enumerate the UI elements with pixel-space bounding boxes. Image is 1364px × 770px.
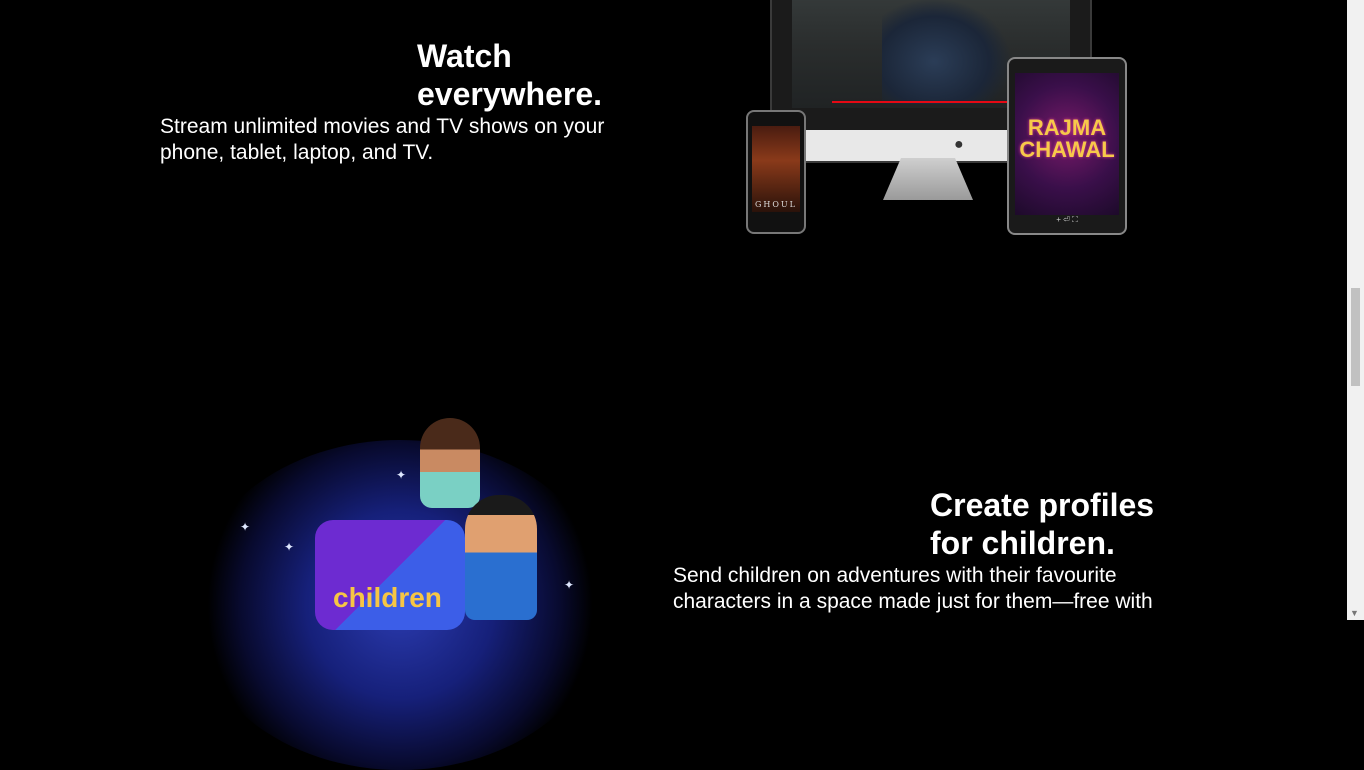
boy-character — [465, 495, 537, 620]
title-line-1: Watch — [417, 38, 512, 74]
scrollbar-thumb[interactable] — [1351, 288, 1360, 386]
watch-everywhere-description: Stream unlimited movies and TV shows on … — [160, 114, 604, 166]
girl-character — [420, 418, 480, 508]
tablet-poster-title: RAJMA CHAWAL — [1015, 117, 1119, 161]
tablet-title-line-2: CHAWAL — [1019, 137, 1115, 162]
star-icon: ✦ — [396, 468, 407, 482]
title-line-1: Create profiles — [930, 487, 1155, 523]
children-image: ✦ ✦ ✦ ✦ children — [180, 400, 620, 770]
tablet-screen: RAJMA CHAWAL + ⏎ ⛶ — [1015, 73, 1119, 224]
description-line-1: Stream unlimited movies and TV shows on … — [160, 115, 605, 138]
children-box-label: children — [333, 582, 442, 613]
vertical-scrollbar[interactable]: ▼ — [1347, 0, 1364, 620]
star-icon: ✦ — [564, 578, 575, 592]
phone-poster-title: GHOUL — [755, 200, 797, 209]
apple-logo-icon: ● — [954, 136, 964, 153]
smartphone: GHOUL — [746, 110, 806, 234]
watch-everywhere-title: Watch everywhere. — [417, 37, 602, 113]
description-line-2: characters in a space made just for them… — [673, 590, 1153, 613]
children-profiles-title: Create profiles for children. — [930, 486, 1154, 562]
star-icon: ✦ — [240, 520, 251, 534]
scroll-down-arrow-icon[interactable]: ▼ — [1350, 608, 1359, 618]
monitor-stand — [883, 158, 973, 200]
tablet-controls: + ⏎ ⛶ — [1056, 215, 1078, 224]
title-line-2: everywhere. — [417, 76, 603, 112]
devices-image: ● GHOUL RAJMA CHAWAL + ⏎ ⛶ — [740, 0, 1140, 240]
description-line-2: phone, tablet, laptop, and TV. — [160, 141, 434, 164]
title-line-2: for children. — [930, 525, 1115, 561]
tablet: RAJMA CHAWAL + ⏎ ⛶ — [1007, 57, 1127, 235]
watch-everywhere-section: Watch everywhere. Stream unlimited movie… — [0, 0, 1347, 300]
star-icon: ✦ — [284, 540, 295, 554]
children-profiles-description: Send children on adventures with their f… — [673, 563, 1153, 615]
description-line-1: Send children on adventures with their f… — [673, 564, 1117, 587]
monitor-scene — [882, 0, 1012, 104]
